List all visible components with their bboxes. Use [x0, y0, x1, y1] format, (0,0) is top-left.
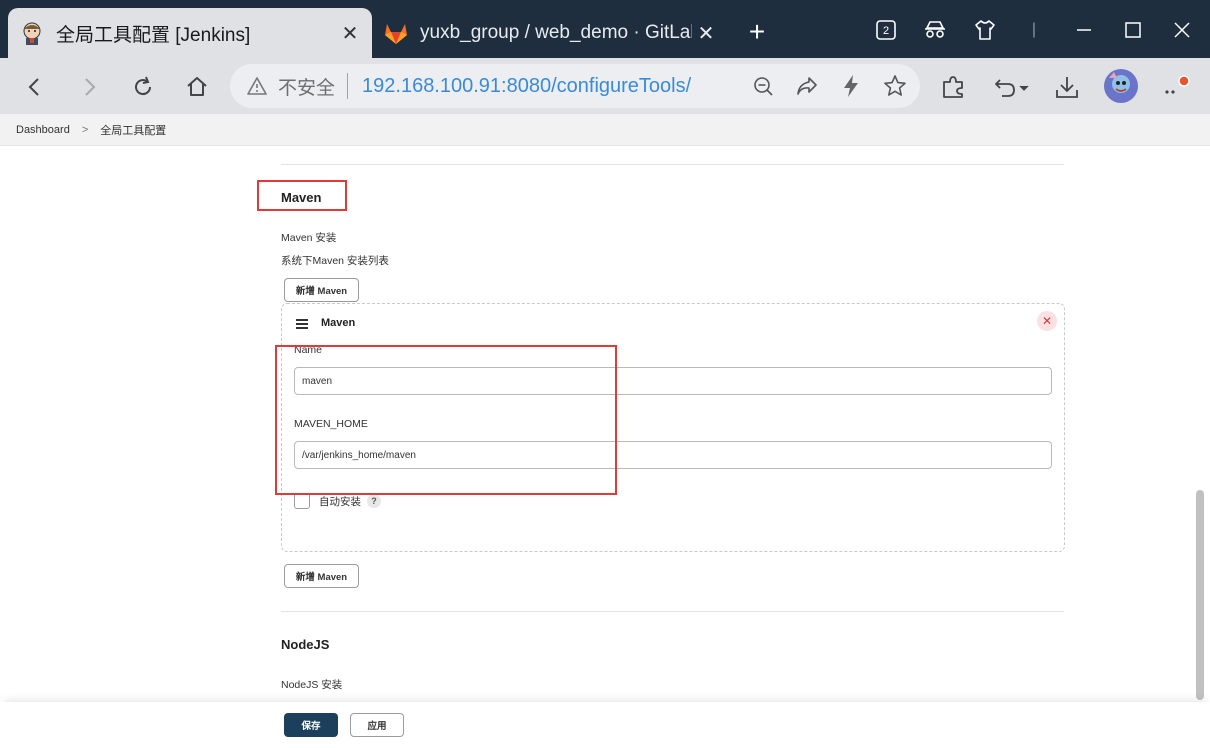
reload-icon[interactable]: [126, 70, 160, 104]
minimize-icon[interactable]: [1066, 14, 1102, 46]
tab-gitlab[interactable]: yuxb_group / web_demo · GitLab ✕: [372, 8, 728, 58]
url-text[interactable]: 192.168.100.91:8080/configureTools/: [362, 75, 691, 98]
jenkins-icon: [18, 19, 46, 47]
nodejs-section-title: NodeJS: [281, 637, 330, 652]
address-bar[interactable]: 不安全 192.168.100.91:8080/configureTools/: [230, 64, 920, 108]
add-maven-button-bottom[interactable]: 新增 Maven: [284, 564, 359, 588]
tab-count-icon[interactable]: 2: [868, 14, 904, 46]
close-window-icon[interactable]: [1164, 14, 1200, 46]
breadcrumb-current[interactable]: 全局工具配置: [100, 122, 166, 138]
avatar[interactable]: [1102, 67, 1140, 105]
maximize-icon[interactable]: [1115, 14, 1151, 46]
form-actions-bar: 保存 应用: [0, 702, 1210, 748]
scrollbar[interactable]: [1194, 146, 1204, 702]
browser-window: 全局工具配置 [Jenkins] ✕ yuxb_group / web_demo…: [0, 0, 1210, 748]
extensions-icon[interactable]: [936, 70, 970, 104]
svg-text:2: 2: [883, 25, 889, 37]
drag-handle-icon[interactable]: [296, 319, 308, 329]
apply-button[interactable]: 应用: [350, 713, 404, 737]
add-maven-button[interactable]: 新增 Maven: [284, 278, 359, 302]
tab-strip: 全局工具配置 [Jenkins] ✕ yuxb_group / web_demo…: [0, 0, 1210, 58]
undo-dropdown-icon[interactable]: [990, 70, 1034, 104]
maven-install-label: Maven 安装: [281, 232, 337, 244]
incognito-icon[interactable]: [917, 14, 953, 46]
breadcrumb: Dashboard > 全局工具配置: [0, 114, 1210, 146]
breadcrumb-separator: >: [81, 123, 89, 136]
home-icon[interactable]: [180, 70, 214, 104]
main-content: Maven Maven 安装 系统下Maven 安装列表 新增 Maven Ma…: [0, 146, 1210, 702]
auto-install-checkbox[interactable]: [294, 493, 310, 509]
gitlab-icon: [382, 19, 410, 47]
save-button[interactable]: 保存: [284, 713, 338, 737]
address-divider: [347, 73, 349, 99]
auto-install-label: 自动安装: [319, 496, 361, 508]
annotation-box-fields: [275, 345, 617, 495]
maven-install-desc: 系统下Maven 安装列表: [281, 255, 389, 267]
installation-title: Maven: [321, 317, 356, 329]
zoom-out-icon[interactable]: [748, 72, 778, 100]
close-icon[interactable]: ✕: [336, 19, 364, 47]
share-icon[interactable]: [792, 72, 822, 100]
section-divider: [281, 164, 1064, 165]
breadcrumb-dashboard[interactable]: Dashboard: [16, 124, 70, 136]
address-toolbar: 不安全 192.168.100.91:8080/configureTools/: [0, 58, 1210, 114]
warning-icon: [246, 75, 268, 97]
help-icon[interactable]: ?: [367, 494, 381, 508]
delete-installation-icon[interactable]: ✕: [1037, 311, 1057, 331]
annotation-box-title: [257, 180, 347, 211]
lightning-icon[interactable]: [836, 72, 866, 100]
shirt-icon[interactable]: [967, 14, 1003, 46]
download-icon[interactable]: [1050, 70, 1084, 104]
section-divider: [281, 611, 1064, 612]
more-menu-icon[interactable]: [1160, 70, 1194, 104]
insecure-label: 不安全: [278, 77, 336, 99]
close-icon[interactable]: ✕: [692, 19, 720, 47]
star-icon[interactable]: [880, 72, 910, 100]
tab-jenkins[interactable]: 全局工具配置 [Jenkins] ✕: [8, 8, 372, 58]
forward-icon[interactable]: [72, 70, 106, 104]
toolbar-divider: |: [1031, 21, 1037, 38]
tab-title: 全局工具配置 [Jenkins]: [56, 24, 251, 46]
new-tab-button[interactable]: +: [742, 18, 772, 48]
tab-title: yuxb_group / web_demo · GitLab: [420, 22, 692, 43]
scrollbar-thumb[interactable]: [1196, 490, 1204, 700]
back-icon[interactable]: [18, 70, 52, 104]
nodejs-install-label: NodeJS 安装: [281, 679, 343, 691]
